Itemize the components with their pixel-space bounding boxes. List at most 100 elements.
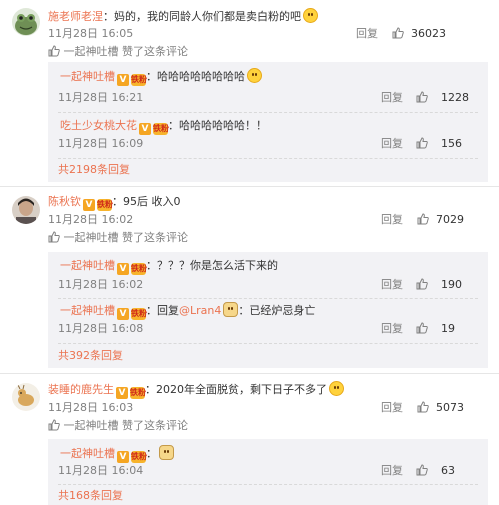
reply-button[interactable]: 回复: [381, 322, 403, 336]
thumbs-up-icon: [417, 401, 429, 413]
comment-separator: [0, 373, 499, 374]
reply-text-prefix: ：回复: [146, 304, 179, 317]
like-count: 7029: [436, 213, 464, 226]
like-button[interactable]: [416, 278, 428, 292]
liked-by-note: 一起神吐槽 赞了这条评论: [48, 419, 188, 433]
like-count: 5073: [436, 401, 464, 414]
reply-text: ：？？？你是怎么活下来的: [146, 259, 278, 272]
like-count: 190: [441, 278, 462, 291]
comment-separator: [0, 186, 499, 187]
liked-by-text: 一起神吐槽 赞了这条评论: [63, 231, 189, 244]
like-button[interactable]: [416, 464, 428, 478]
author-name[interactable]: 陈秋钦: [48, 195, 81, 208]
frog-avatar-icon: [12, 8, 40, 36]
verified-badge-icon: V: [139, 123, 151, 135]
reply-text-line: 吃土少女桃大花 V 铁粉：哈哈哈哈哈哈！！: [60, 118, 267, 135]
verified-badge-icon: V: [117, 74, 129, 86]
like-count: 63: [441, 464, 455, 477]
verified-badge-icon: V: [117, 263, 129, 275]
reply-button[interactable]: 回复: [381, 464, 403, 478]
reply-text-line: 一起神吐槽 V 铁粉：回复@Lran4 ：已经炉忌身亡: [60, 302, 315, 320]
reply-button[interactable]: 回复: [356, 27, 378, 41]
replies-box: 一起神吐槽 V 铁粉： 11月28日 16:04 回复 63 共168条回复: [48, 439, 488, 505]
thumbs-up-icon: [416, 278, 428, 290]
comment-actions: 回复 7029: [381, 213, 486, 227]
like-button[interactable]: [417, 401, 429, 415]
like-button[interactable]: [392, 27, 404, 41]
reply-author-name[interactable]: 一起神吐槽: [60, 259, 115, 272]
reply-text: ：哈哈哈哈哈哈！！: [168, 119, 267, 132]
person-avatar-icon: [12, 196, 40, 224]
fan-badge-icon: 铁粉: [131, 74, 147, 86]
more-replies-link[interactable]: 共392条回复: [58, 349, 123, 363]
reply-divider: [58, 158, 478, 159]
thumbs-up-icon: [392, 27, 404, 39]
reply-timestamp: 11月28日 16:02: [58, 278, 144, 291]
reply-text-line: 一起神吐槽 V 铁粉：: [60, 445, 174, 463]
reply-text-line: 一起神吐槽 V 铁粉：哈哈哈哈哈哈哈哈: [60, 68, 262, 86]
comment-text: ：95后 收入0: [112, 195, 181, 208]
reply-button[interactable]: 回复: [381, 278, 403, 292]
reply-button[interactable]: 回复: [381, 213, 403, 227]
liked-by-note: 一起神吐槽 赞了这条评论: [48, 45, 188, 59]
reply-actions: 回复 1228: [381, 91, 473, 105]
author-name[interactable]: 施老师老涅: [48, 10, 103, 23]
reply-author-name[interactable]: 吃土少女桃大花: [60, 119, 137, 132]
liked-by-note: 一起神吐槽 赞了这条评论: [48, 231, 188, 245]
avatar[interactable]: [12, 383, 40, 411]
reply-author-name[interactable]: 一起神吐槽: [60, 70, 115, 83]
like-button[interactable]: [416, 137, 428, 151]
avatar[interactable]: [12, 196, 40, 224]
reply-timestamp: 11月28日 16:09: [58, 137, 144, 150]
like-count: 36023: [411, 27, 446, 40]
replies-box: 一起神吐槽 V 铁粉：？？？你是怎么活下来的 11月28日 16:02 回复 190…: [48, 252, 488, 368]
like-count: 1228: [441, 91, 469, 104]
fan-badge-icon: 铁粉: [131, 451, 147, 463]
reply-timestamp: 11月28日 16:21: [58, 91, 144, 104]
reply-author-name[interactable]: 一起神吐槽: [60, 447, 115, 460]
deer-avatar-icon: [12, 383, 40, 411]
reply-actions: 回复 63: [381, 464, 473, 478]
reply-actions: 回复 190: [381, 278, 473, 292]
reply-timestamp: 11月28日 16:04: [58, 464, 144, 477]
verified-badge-icon: V: [117, 451, 129, 463]
like-count: 156: [441, 137, 462, 150]
reply-actions: 回复 19: [381, 322, 473, 336]
more-replies-link[interactable]: 共2198条回复: [58, 163, 130, 177]
smile-emoji-icon: [303, 8, 318, 23]
reply-button[interactable]: 回复: [381, 401, 403, 415]
author-name[interactable]: 装睡的鹿先生: [48, 383, 114, 396]
reply-text-suffix: ：已经炉忌身亡: [238, 304, 316, 317]
fan-badge-icon: 铁粉: [153, 123, 169, 135]
verified-badge-icon: V: [83, 199, 95, 211]
reply-button[interactable]: 回复: [381, 137, 403, 151]
like-count: 19: [441, 322, 455, 335]
reply-divider: [58, 298, 478, 299]
avatar[interactable]: [12, 8, 40, 36]
fan-badge-icon: 铁粉: [131, 263, 147, 275]
like-button[interactable]: [416, 322, 428, 336]
thumbs-up-icon: [48, 45, 60, 57]
verified-badge-icon: V: [117, 308, 129, 320]
replies-box: 一起神吐槽 V 铁粉：哈哈哈哈哈哈哈哈 11月28日 16:21 回复 1228 吃…: [48, 62, 488, 182]
reply-divider: [58, 484, 478, 485]
more-replies-link[interactable]: 共168条回复: [58, 489, 123, 503]
like-button[interactable]: [417, 213, 429, 227]
comment-text: ：妈的，我的同龄人你们都是卖白粉的吧: [103, 10, 301, 23]
fan-badge-icon: 铁粉: [130, 387, 146, 399]
thumbs-up-icon: [416, 91, 428, 103]
reply-text: ：哈哈哈哈哈哈哈哈: [146, 70, 245, 83]
comment-text: ：2020年全面脱贫，剩下日子不多了: [145, 383, 327, 396]
reply-text-line: 一起神吐槽 V 铁粉：？？？你是怎么活下来的: [60, 258, 278, 275]
timestamp: 11月28日 16:05: [48, 27, 134, 40]
mention-link[interactable]: @Lran4: [179, 304, 221, 317]
liked-by-text: 一起神吐槽 赞了这条评论: [63, 45, 189, 58]
timestamp: 11月28日 16:03: [48, 401, 134, 414]
thumbs-up-icon: [416, 322, 428, 334]
liked-by-text: 一起神吐槽 赞了这条评论: [63, 419, 189, 432]
reply-author-name[interactable]: 一起神吐槽: [60, 304, 115, 317]
reply-button[interactable]: 回复: [381, 91, 403, 105]
laugh-emoji-icon: [247, 68, 262, 83]
like-button[interactable]: [416, 91, 428, 105]
reply-divider: [58, 112, 478, 113]
